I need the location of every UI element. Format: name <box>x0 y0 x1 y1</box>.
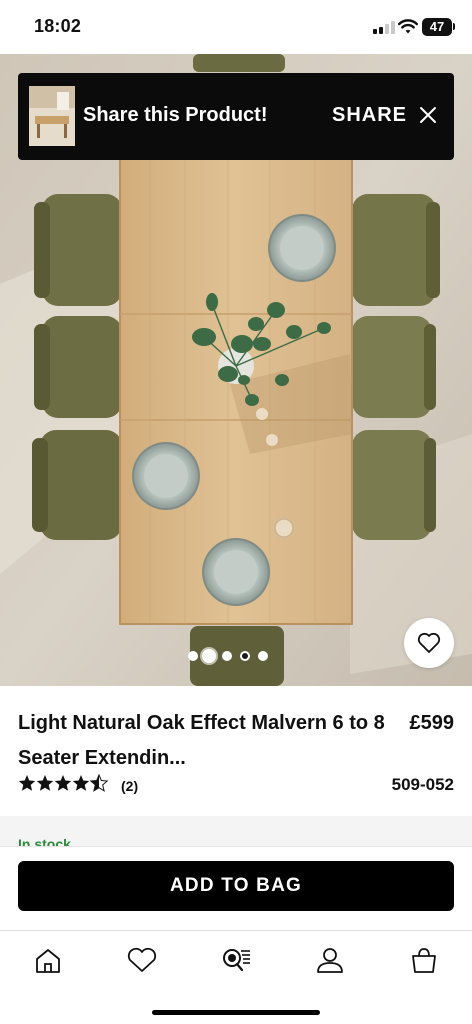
status-bar: 18:02 47 <box>0 0 472 54</box>
nav-search[interactable] <box>216 945 256 975</box>
battery-icon: 47 <box>422 18 452 36</box>
pagination-dot[interactable] <box>258 651 268 661</box>
product-code: 509-052 <box>391 775 454 794</box>
star-icon <box>54 775 72 791</box>
gallery-pagination <box>188 648 288 664</box>
share-title: Share this Product! <box>83 104 268 126</box>
search-icon <box>223 949 250 972</box>
add-to-bag-button[interactable]: ADD TO BAG <box>18 861 454 911</box>
signal-icon <box>373 21 395 34</box>
wifi-icon <box>398 19 418 34</box>
bottom-nav <box>0 930 472 1024</box>
review-count[interactable]: (2) <box>121 778 138 794</box>
bag-icon <box>412 948 436 973</box>
pagination-dot[interactable] <box>240 651 250 661</box>
home-icon <box>36 949 60 973</box>
star-icon <box>72 775 90 791</box>
nav-home[interactable] <box>28 945 68 975</box>
stock-status: In stock <box>18 836 71 846</box>
stock-status-wrapper: In stock <box>18 836 84 846</box>
pagination-dot[interactable] <box>188 651 198 661</box>
star-icon <box>18 775 36 791</box>
account-icon <box>317 948 343 973</box>
nav-account[interactable] <box>310 945 350 975</box>
product-price: £599 <box>409 712 455 734</box>
cta-area: ADD TO BAG <box>0 846 472 930</box>
close-icon[interactable] <box>419 106 437 124</box>
heart-icon <box>127 947 157 972</box>
pagination-dot[interactable] <box>222 651 232 661</box>
product-name: Light Natural Oak Effect Malvern 6 to 8 … <box>18 712 385 769</box>
pagination-dot-active[interactable] <box>202 649 216 663</box>
product-info: Light Natural Oak Effect Malvern 6 to 8 … <box>0 686 472 816</box>
heart-icon <box>417 632 441 653</box>
share-button[interactable]: SHARE <box>332 104 407 127</box>
nav-favourites[interactable] <box>122 945 162 975</box>
save-to-favourites-button[interactable] <box>404 618 454 668</box>
battery-tip <box>453 23 455 30</box>
status-time: 18:02 <box>34 16 82 36</box>
stock-strip: In stock <box>0 816 472 846</box>
home-indicator <box>152 1010 320 1015</box>
nav-bag[interactable] <box>404 945 444 975</box>
share-thumbnail <box>29 86 75 146</box>
star-icon <box>36 775 54 791</box>
share-banner: Share this Product! SHARE <box>18 73 454 160</box>
star-rating[interactable] <box>18 774 110 796</box>
